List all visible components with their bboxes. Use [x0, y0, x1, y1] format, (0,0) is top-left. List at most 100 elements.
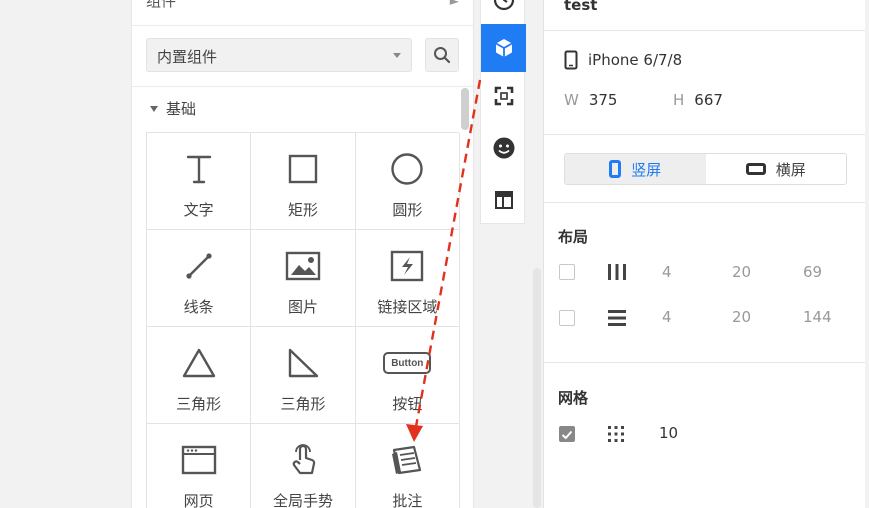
component-rectangle[interactable]: 矩形 [251, 133, 356, 230]
component-label: 按钮 [392, 395, 423, 413]
device-selector[interactable]: iPhone 6/7/8 [564, 50, 682, 70]
component-link-area[interactable]: 链接区域 [355, 230, 460, 327]
rows-height[interactable]: 144 [803, 308, 832, 326]
panel-scrollbar[interactable] [461, 88, 469, 130]
component-label: 三角形 [176, 395, 222, 413]
search-icon [434, 47, 451, 64]
height-value: 667 [694, 91, 723, 109]
divider [132, 25, 473, 26]
panel-header-arrow-icon[interactable]: ► [450, 0, 459, 8]
divider [544, 134, 865, 135]
columns-count[interactable]: 4 [662, 263, 672, 281]
button-icon-text: Button [383, 352, 432, 374]
phone-icon [564, 50, 578, 70]
component-gesture[interactable]: 全局手势 [251, 424, 356, 508]
search-button[interactable] [425, 38, 459, 72]
component-label: 网页 [183, 492, 214, 508]
component-label: 矩形 [287, 201, 318, 219]
grid-size-value[interactable]: 10 [659, 424, 678, 442]
component-label: 批注 [392, 492, 423, 508]
component-label: 全局手势 [272, 492, 333, 508]
rows-icon [608, 310, 626, 326]
properties-panel: test iPhone 6/7/8 W 375 H 667 竖屏 横屏 布局 4 2… [543, 0, 865, 508]
component-webpage[interactable]: 网页 [147, 424, 252, 508]
canvas-scrollbar[interactable] [533, 268, 541, 508]
caret-down-icon [150, 105, 158, 112]
grid-section-label: 网格 [558, 389, 589, 407]
component-library-select[interactable]: 内置组件 [146, 38, 412, 72]
panel-header-label: 组件 [146, 0, 177, 10]
layout-icon [494, 191, 513, 209]
component-button[interactable]: Button 按钮 [355, 327, 460, 424]
columns-width[interactable]: 69 [803, 263, 822, 281]
portrait-option[interactable]: 竖屏 [565, 154, 706, 184]
component-cube-icon [495, 39, 512, 57]
divider [544, 362, 865, 363]
height-label: H [673, 91, 685, 109]
component-label: 文字 [183, 201, 214, 219]
section-toggle-basic[interactable]: 基础 [150, 98, 196, 119]
page-title: test [564, 0, 598, 14]
portrait-label: 竖屏 [631, 160, 662, 179]
layout-section-label: 布局 [558, 228, 589, 246]
component-grid: 文字 矩形 圆形 线条 图片 链接区域 三角形 三角形 Button 按钮 网页… [146, 132, 460, 508]
portrait-icon [609, 160, 622, 178]
component-annotation[interactable]: 批注 [356, 424, 460, 508]
text-icon [179, 151, 219, 187]
component-library-select-value: 内置组件 [157, 48, 218, 66]
component-label: 圆形 [392, 201, 423, 219]
device-name: iPhone 6/7/8 [588, 51, 683, 69]
button-icon: Button [381, 345, 433, 381]
artboard-icon [494, 86, 513, 106]
divider [544, 30, 865, 31]
chevron-down-icon [393, 53, 401, 58]
grid-dots-icon [608, 426, 624, 442]
right-triangle-icon [283, 345, 323, 381]
divider [132, 86, 473, 87]
section-label: 基础 [166, 100, 197, 118]
width-value: 375 [588, 91, 618, 109]
width-label: W [564, 91, 579, 109]
toolbar-history-button[interactable] [481, 0, 526, 24]
width-field[interactable]: W 375 [564, 91, 617, 109]
component-image[interactable]: 图片 [251, 230, 356, 327]
component-right-triangle[interactable]: 三角形 [251, 327, 356, 424]
landscape-label: 横屏 [775, 160, 806, 179]
component-panel: 组件 ► 内置组件 基础 文字 矩形 圆形 线条 图片 链接区域 三角形 三角形… [131, 0, 474, 508]
side-toolbar [480, 0, 526, 224]
component-label: 线条 [183, 298, 214, 316]
component-circle[interactable]: 圆形 [355, 133, 460, 230]
landscape-icon [745, 163, 766, 175]
component-label: 链接区域 [377, 298, 438, 316]
component-text[interactable]: 文字 [147, 133, 252, 230]
columns-gutter[interactable]: 20 [732, 263, 751, 281]
component-triangle[interactable]: 三角形 [147, 327, 252, 424]
height-field[interactable]: H 667 [673, 91, 723, 109]
toolbar-components-button[interactable] [481, 24, 526, 72]
gesture-icon [283, 442, 323, 478]
divider [544, 202, 865, 203]
webpage-icon [179, 442, 219, 478]
link-area-icon [387, 248, 427, 284]
component-label: 图片 [287, 298, 318, 316]
annotation-icon [387, 442, 427, 478]
history-icon [493, 0, 514, 11]
toolbar-layout-button[interactable] [481, 176, 526, 224]
columns-icon [608, 264, 626, 280]
image-icon [283, 248, 323, 284]
landscape-option[interactable]: 横屏 [706, 154, 847, 184]
component-line[interactable]: 线条 [147, 230, 252, 327]
rows-count[interactable]: 4 [662, 308, 672, 326]
grid-checkbox[interactable] [559, 426, 575, 442]
triangle-icon [179, 345, 219, 381]
layout-rows-checkbox[interactable] [559, 310, 575, 326]
rectangle-icon [283, 151, 323, 187]
component-label: 三角形 [280, 395, 326, 413]
line-icon [179, 248, 219, 284]
emoji-icon [493, 137, 514, 159]
rows-gutter[interactable]: 20 [732, 308, 751, 326]
toolbar-artboard-button[interactable] [481, 72, 526, 120]
layout-columns-checkbox[interactable] [559, 264, 575, 280]
orientation-toggle: 竖屏 横屏 [564, 153, 847, 185]
toolbar-emoji-button[interactable] [481, 124, 526, 172]
